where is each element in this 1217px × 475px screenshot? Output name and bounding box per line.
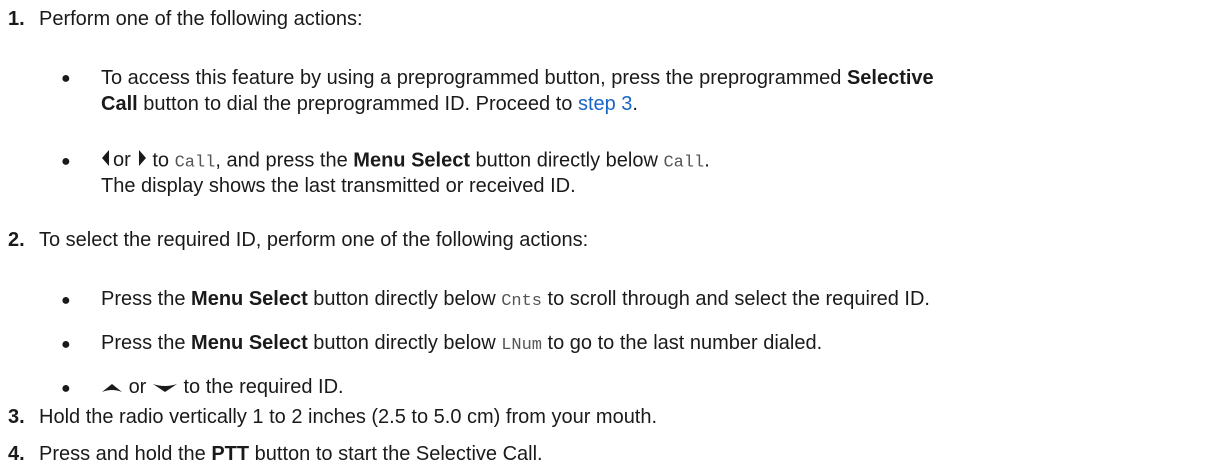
bullet-marker: ● — [61, 292, 71, 309]
step-1-bullet-2-line-2: The display shows the last transmitted o… — [101, 175, 576, 197]
left-arrow-icon — [101, 148, 111, 174]
up-arrow-icon — [101, 376, 123, 400]
step-3-text: Hold the radio vertically 1 to 2 inches … — [39, 406, 658, 428]
step-2-bullet-3: or to the required ID. — [101, 375, 344, 400]
menu-item-lnum: LNum — [501, 336, 542, 355]
step-1-bullet-1-line-1: To access this feature by using a prepro… — [101, 67, 934, 89]
menu-select-label: Menu Select — [353, 149, 470, 172]
step-1-number: 1. — [8, 8, 25, 30]
bullet-marker: ● — [61, 70, 71, 87]
selective-call-label: Selective — [846, 67, 934, 89]
step-1-bullet-2-line-1: or to Call, and press the Menu Select bu… — [101, 148, 710, 175]
step-1-bullet-1-line-2: Call button to dial the preprogrammed ID… — [101, 93, 638, 115]
menu-item-call: Call — [663, 153, 705, 173]
menu-item-cnts: Cnts — [501, 292, 542, 311]
step-2-bullet-1: Press the Menu Select button directly be… — [101, 288, 930, 311]
step-2-number: 2. — [8, 229, 25, 251]
step-3-link[interactable]: step 3 — [578, 93, 632, 115]
menu-item-call: Call — [174, 153, 216, 173]
ptt-label: PTT — [211, 443, 250, 465]
down-arrow-icon — [152, 376, 178, 400]
menu-select-label: Menu Select — [191, 332, 308, 354]
step-1-text: Perform one of the following actions: — [39, 8, 363, 30]
step-2-bullet-2: Press the Menu Select button directly be… — [101, 332, 823, 355]
bullet-marker: ● — [61, 153, 71, 170]
menu-select-label: Menu Select — [191, 288, 308, 310]
bullet-marker: ● — [61, 336, 71, 353]
right-arrow-icon — [137, 148, 147, 174]
step-3-number: 3. — [8, 406, 25, 428]
bullet-marker: ● — [61, 380, 71, 397]
step-2-text: To select the required ID, perform one o… — [39, 229, 589, 251]
step-4-text: Press and hold the PTT button to start t… — [39, 443, 543, 465]
step-4-number: 4. — [8, 443, 25, 465]
